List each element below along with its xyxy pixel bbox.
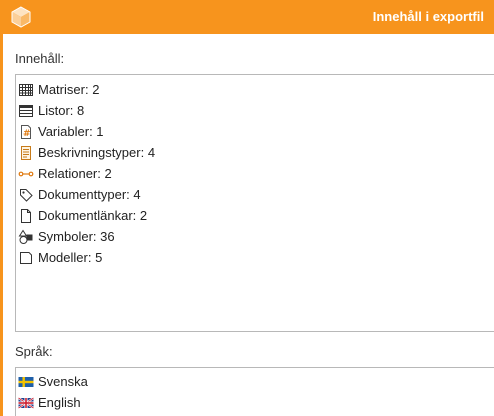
item-count: 4 — [133, 187, 141, 202]
item-name: Variabler — [38, 124, 90, 139]
list-item-matriser[interactable]: Matriser: 2 — [18, 79, 155, 100]
list-item-english[interactable]: English — [18, 392, 88, 413]
uk-flag-icon — [18, 395, 34, 411]
item-name: Symboler — [38, 229, 93, 244]
list-item-dokumenttyper[interactable]: Dokumenttyper: 4 — [18, 184, 155, 205]
item-name: Beskrivningstyper — [38, 145, 141, 160]
list-item-relationer[interactable]: Relationer: 2 — [18, 163, 155, 184]
app-logo-icon — [9, 5, 33, 29]
item-name: Dokumentlänkar — [38, 208, 133, 223]
svg-text:#: # — [23, 129, 31, 139]
dialog-title: Innehåll i exportfil — [372, 9, 484, 24]
description-document-icon — [18, 145, 34, 161]
item-count: 5 — [95, 250, 103, 265]
swedish-flag-icon — [18, 374, 34, 390]
list-item-dokumentlankar[interactable]: Dokumentlänkar: 2 — [18, 205, 155, 226]
item-name: Relationer — [38, 166, 98, 181]
shapes-symbols-icon — [18, 229, 34, 245]
export-content-dialog: Innehåll i exportfil Innehåll: Matriser … — [0, 0, 494, 416]
item-count: 2 — [104, 166, 112, 181]
window-left-border — [0, 34, 3, 416]
item-name: Listor — [38, 103, 70, 118]
list-item-beskrivningstyper[interactable]: Beskrivningstyper: 4 — [18, 142, 155, 163]
variable-document-icon: # — [18, 124, 34, 140]
item-count: 2 — [92, 82, 100, 97]
item-count: 8 — [77, 103, 85, 118]
list-item-modeller[interactable]: Modeller: 5 — [18, 247, 155, 268]
language-name: English — [38, 395, 81, 410]
model-page-icon — [18, 250, 34, 266]
item-count: 1 — [96, 124, 104, 139]
item-name: Matriser — [38, 82, 85, 97]
list-item-symboler[interactable]: Symboler: 36 — [18, 226, 155, 247]
content-label: Innehåll: — [15, 51, 65, 66]
item-count: 36 — [100, 229, 115, 244]
item-name: Dokumenttyper — [38, 187, 127, 202]
title-bar: Innehåll i exportfil — [0, 0, 494, 34]
list-item-svenska[interactable]: Svenska — [18, 371, 88, 392]
language-label: Språk: — [15, 344, 53, 359]
tag-icon — [18, 187, 34, 203]
list-item-variabler[interactable]: # Variabler: 1 — [18, 121, 155, 142]
table-grid-icon — [18, 82, 34, 98]
item-count: 2 — [139, 208, 148, 223]
language-name: Svenska — [38, 374, 88, 389]
content-listbox[interactable]: Matriser: 2 Listor: 8 # Variabler: 1 Be… — [15, 74, 494, 332]
item-count: 4 — [147, 145, 156, 160]
language-listbox[interactable]: Svenska English — [15, 367, 494, 416]
blank-document-icon — [18, 208, 34, 224]
item-name: Modeller — [38, 250, 88, 265]
list-item-listor[interactable]: Listor: 8 — [18, 100, 155, 121]
relation-link-icon — [18, 166, 34, 182]
list-icon — [18, 103, 34, 119]
